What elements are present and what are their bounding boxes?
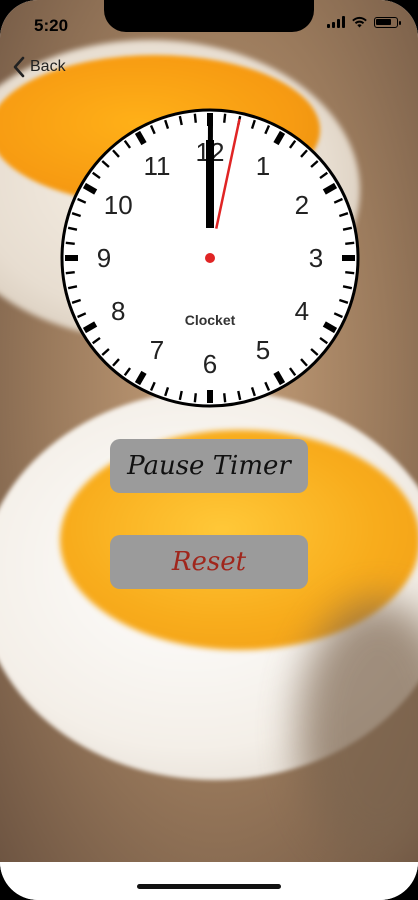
chevron-left-icon xyxy=(13,56,25,78)
status-time: 5:20 xyxy=(34,16,69,35)
clock-numeral: 1 xyxy=(256,151,270,181)
clock-minute-tick xyxy=(193,393,197,403)
back-button[interactable]: Back xyxy=(12,56,66,78)
back-button-label: Back xyxy=(30,58,66,75)
clock-numeral: 5 xyxy=(256,335,270,365)
clock-numeral: 10 xyxy=(104,190,133,220)
clock-minute-tick xyxy=(345,241,355,245)
analog-clock: 121234567891011 Clocket xyxy=(59,107,361,409)
cellular-signal-icon xyxy=(327,16,345,28)
clock-numeral: 4 xyxy=(295,296,309,326)
clock-minute-tick xyxy=(223,113,227,123)
bottom-safe-area xyxy=(0,862,418,900)
clock-center-pin xyxy=(205,253,215,263)
wifi-icon xyxy=(352,16,367,28)
status-icons xyxy=(327,16,401,28)
clock-numeral: 2 xyxy=(295,190,309,220)
clock-numeral: 11 xyxy=(144,151,171,181)
clock-minute-tick xyxy=(65,271,75,275)
clock-numeral: 9 xyxy=(97,243,111,273)
clock-minute-tick xyxy=(345,271,355,275)
clock-numeral: 3 xyxy=(309,243,323,273)
device-notch xyxy=(104,0,314,32)
pause-timer-button[interactable]: Pause Timer xyxy=(110,439,308,493)
clock-minute-tick xyxy=(65,241,75,245)
reset-button[interactable]: Reset xyxy=(110,535,308,589)
battery-icon xyxy=(374,16,401,28)
home-indicator xyxy=(137,884,281,889)
battery-level xyxy=(376,18,392,25)
clock-numeral: 7 xyxy=(150,335,164,365)
clock-face: 121234567891011 Clocket xyxy=(60,108,360,408)
clock-numeral: 8 xyxy=(111,296,125,326)
clock-minute-tick xyxy=(223,393,227,403)
clock-numeral: 6 xyxy=(203,349,217,379)
phone-screen: 5:20 Back 121234567891011 Clocket Pause … xyxy=(0,0,418,900)
clock-brand-label: Clocket xyxy=(185,312,236,328)
clock-minute-tick xyxy=(193,113,197,123)
